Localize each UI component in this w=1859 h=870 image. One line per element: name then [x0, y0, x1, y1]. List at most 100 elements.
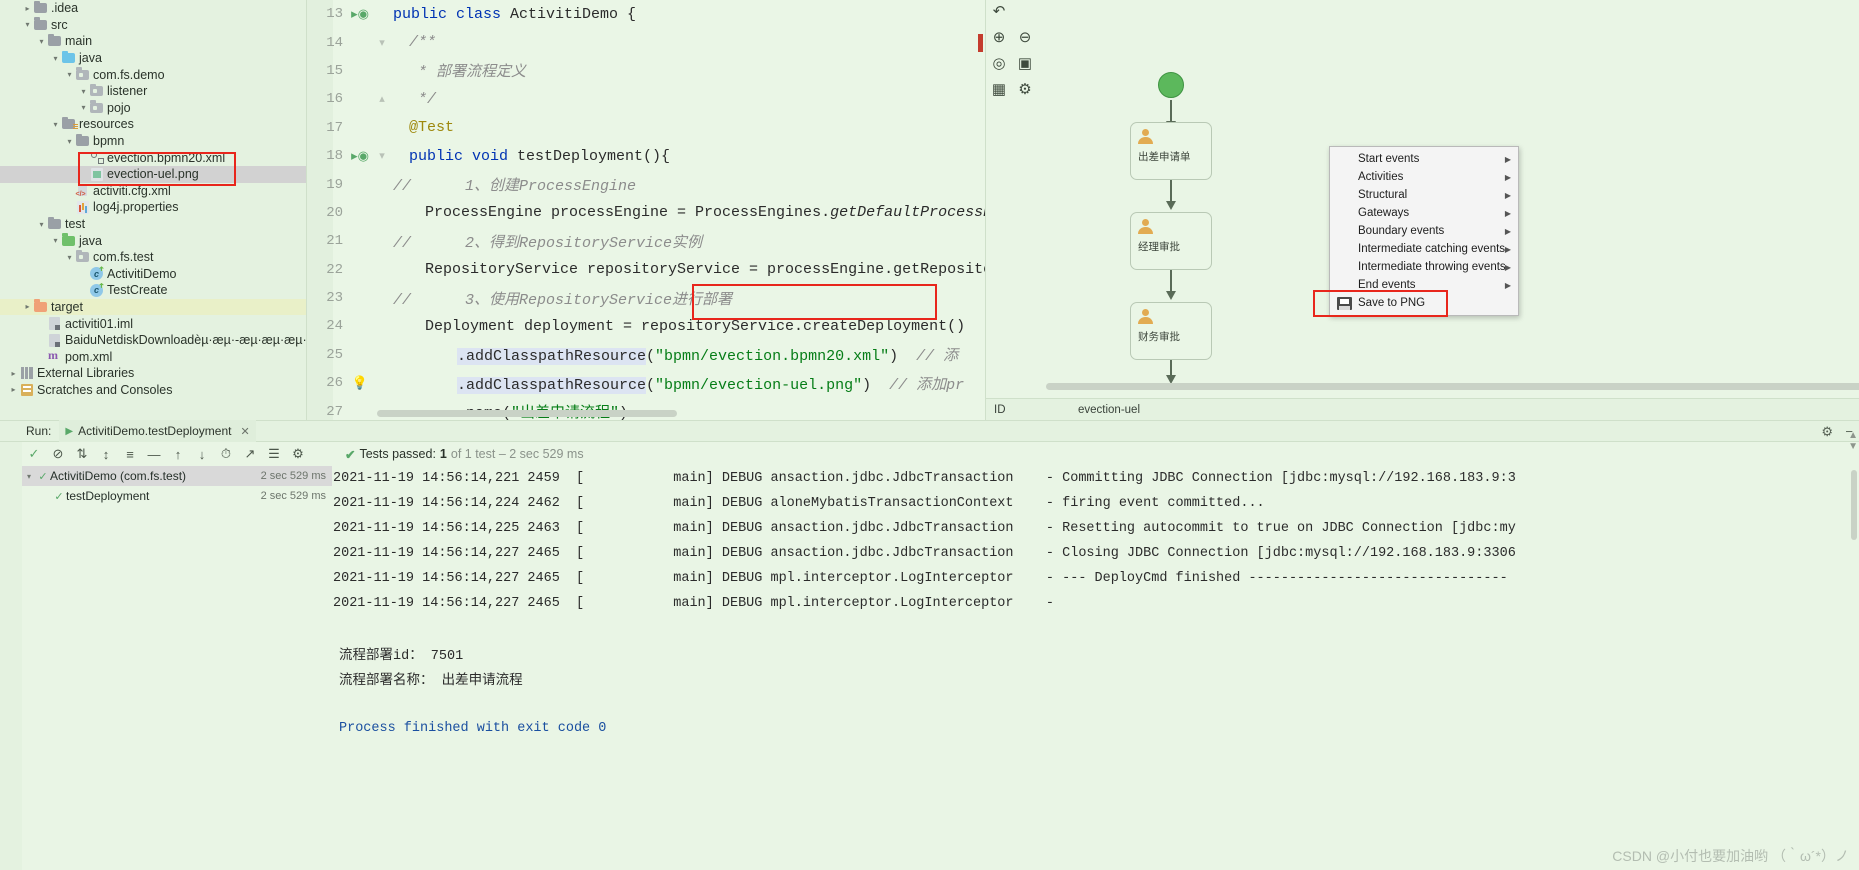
tests-toolbar[interactable]: ✓ ⊘ ⇅ ↕ ≡ — ↑ ↓ ⏱ ↗ ☰ ⚙	[22, 442, 1859, 466]
tree-item-java[interactable]: ▾ java	[0, 232, 307, 249]
bpmn-start-event[interactable]	[1158, 72, 1184, 98]
gear-icon[interactable]: ⚙	[1821, 424, 1833, 440]
show-ignored-icon[interactable]: ⊘	[46, 446, 70, 462]
fold-handle-icon[interactable]: ▴	[371, 92, 393, 106]
run-gutter-icon[interactable]: ▸◉	[349, 149, 371, 164]
chevron-down-icon[interactable]: ▾	[22, 472, 36, 481]
bpmn-horizontal-scrollbar[interactable]	[1046, 383, 1859, 390]
bpmn-toolbar[interactable]: ↶ ⊕ ⊖ ◎ ▣ ▦ ⚙	[986, 0, 1040, 110]
tree-item-testcreate[interactable]: c TestCreate	[0, 282, 307, 299]
run-tool-window[interactable]: Run: ▶ ActivitiDemo.testDeployment ✕ ⚙ −…	[0, 420, 1859, 870]
sort-alpha-icon[interactable]: ⇅	[70, 446, 94, 462]
project-tree[interactable]: ▸ .idea ▾ src ▾ main ▾ java ▾ com.fs.demo ▾ listene…	[0, 0, 307, 420]
tree-item-test[interactable]: ▾ test	[0, 216, 307, 233]
run-tab[interactable]: ▶ ActivitiDemo.testDeployment ✕	[59, 420, 256, 442]
context-menu-item-intermediate-throwing-events[interactable]: Intermediate throwing events ▶	[1330, 258, 1518, 276]
fold-handle-icon[interactable]: ▾	[371, 149, 393, 163]
close-icon[interactable]: ✕	[240, 425, 249, 438]
chevron-right-icon[interactable]: ▸	[8, 369, 19, 378]
chevron-right-icon[interactable]: ▸	[8, 385, 19, 394]
tree-item-evection-uel-png[interactable]: evection-uel.png	[0, 165, 307, 183]
context-menu-item-end-events[interactable]: End events ▶	[1330, 276, 1518, 294]
run-tab-bar[interactable]: Run: ▶ ActivitiDemo.testDeployment ✕ ⚙ −	[0, 420, 1859, 442]
show-passed-icon[interactable]: ✓	[22, 446, 46, 462]
zoom-fit-icon[interactable]: ▣	[1014, 52, 1036, 74]
sort-duration-icon[interactable]: ↕	[94, 447, 118, 462]
code-line-19[interactable]: 19 // 1、创建ProcessEngine	[307, 170, 985, 198]
zoom-actual-icon[interactable]: ◎	[988, 52, 1010, 74]
settings-icon[interactable]: ⚙	[286, 446, 310, 462]
chevron-down-icon[interactable]: ▾	[64, 137, 75, 146]
fold-handle-icon[interactable]: ▾	[371, 36, 393, 50]
tree-item-listener[interactable]: ▾ listener	[0, 83, 307, 100]
tree-item-activiti01-iml[interactable]: activiti01.iml	[0, 315, 307, 332]
code-line-22[interactable]: 22 RepositoryService repositoryService = …	[307, 256, 985, 284]
collapse-all-icon[interactable]: —	[142, 447, 166, 462]
context-menu-item-save-to-png[interactable]: Save to PNG	[1330, 294, 1518, 312]
zoom-out-icon[interactable]: ⊖	[1014, 26, 1036, 48]
bpmn-context-menu[interactable]: Start events ▶ Activities ▶ Structural ▶ Gatew…	[1329, 146, 1519, 316]
chevron-down-icon[interactable]: ▾	[50, 120, 61, 129]
tree-item-com-fs-test[interactable]: ▾ com.fs.test	[0, 249, 307, 266]
expand-all-icon[interactable]: ≡	[118, 447, 142, 462]
editor-horizontal-scrollbar[interactable]	[377, 410, 677, 417]
zoom-in-icon[interactable]: ⊕	[988, 26, 1010, 48]
code-line-20[interactable]: 20 ProcessEngine processEngine = ProcessE…	[307, 199, 985, 227]
filter-icon[interactable]: ☰	[262, 446, 286, 462]
editor-error-stripe[interactable]	[978, 34, 983, 52]
code-line-18[interactable]: 18 ▸◉ ▾ public void testDeployment(){	[307, 142, 985, 170]
run-gutter-icon[interactable]: ▸◉	[349, 7, 371, 22]
tree-item-com-fs-demo[interactable]: ▾ com.fs.demo	[0, 66, 307, 83]
tree-item-main[interactable]: ▾ main	[0, 33, 307, 50]
tree-item-idea[interactable]: ▸ .idea	[0, 0, 307, 17]
context-menu-item-boundary-events[interactable]: Boundary events ▶	[1330, 222, 1518, 240]
context-menu-item-intermediate-catching-events[interactable]: Intermediate catching events ▶	[1330, 240, 1518, 258]
test-results-tree[interactable]: ▾ ✓ ActivitiDemo (com.fs.test) 2 sec 529 ms…	[22, 466, 332, 870]
chevron-down-icon[interactable]: ▾	[64, 70, 75, 79]
code-line-21[interactable]: 21 // 2、得到RepositoryService实例	[307, 227, 985, 255]
tree-item-scratches-and-consoles[interactable]: ▸ Scratches and Consoles	[0, 382, 307, 399]
code-line-14[interactable]: 14 ▾ /**	[307, 28, 985, 56]
layout-icon[interactable]: ⚙	[1014, 78, 1036, 100]
tree-item-evection-bpmn20-xml[interactable]: evection.bpmn20.xml	[0, 149, 307, 166]
chevron-down-icon[interactable]: ▾	[22, 20, 33, 29]
code-line-13[interactable]: 13 ▸◉ public class ActivitiDemo {	[307, 0, 985, 28]
code-line-17[interactable]: 17 @Test	[307, 114, 985, 142]
tree-item-activiti-cfg-xml[interactable]: </> activiti.cfg.xml	[0, 183, 307, 200]
code-line-23[interactable]: 23 // 3、使用RepositoryService进行部署	[307, 284, 985, 312]
tree-item-target[interactable]: ▸ target	[0, 298, 307, 316]
context-menu-item-structural[interactable]: Structural ▶	[1330, 186, 1518, 204]
chevron-down-icon[interactable]: ▾	[36, 37, 47, 46]
intention-bulb-icon[interactable]: 💡	[349, 376, 371, 391]
chevron-down-icon[interactable]: ▾	[50, 236, 61, 245]
console-output[interactable]: 2021-11-19 14:56:14,221 2459 [ main] DEB…	[333, 466, 1845, 870]
chevron-down-icon[interactable]: ▾	[64, 253, 75, 262]
tree-item-external-libraries[interactable]: ▸ External Libraries	[0, 365, 307, 382]
next-failed-icon[interactable]: ↓	[190, 447, 214, 462]
tree-item-log4j-properties[interactable]: log4j.properties	[0, 199, 307, 216]
console-scrollbar[interactable]	[1851, 470, 1857, 540]
chevron-down-icon[interactable]: ▾	[78, 103, 89, 112]
history-icon[interactable]: ⏱	[214, 446, 238, 462]
chevron-right-icon[interactable]: ▸	[22, 302, 33, 311]
code-line-16[interactable]: 16 ▴ */	[307, 85, 985, 113]
code-line-26[interactable]: 26 💡 .addClasspathResource("bpmn/evection-…	[307, 369, 985, 397]
tree-item-src[interactable]: ▾ src	[0, 17, 307, 34]
context-menu-item-activities[interactable]: Activities ▶	[1330, 168, 1518, 186]
tree-item-java[interactable]: ▾ java	[0, 50, 307, 67]
tree-item-baidunetdiskdownload[interactable]: BaiduNetdiskDownloadèµ·æµ·-æµ·æµ·æµ·å·¥ä…	[0, 332, 307, 349]
redo-icon[interactable]	[1014, 0, 1036, 22]
code-line-15[interactable]: 15 * 部署流程定义	[307, 57, 985, 85]
bpmn-node-user-task-1[interactable]: 出差申请单	[1130, 122, 1212, 180]
tree-item-pom-xml[interactable]: pom.xml	[0, 348, 307, 365]
run-side-toolbar[interactable]	[0, 442, 22, 870]
tree-item-resources[interactable]: ▾ resources	[0, 116, 307, 133]
export-results-icon[interactable]: ↗	[238, 446, 262, 462]
bpmn-node-user-task-3[interactable]: 财务审批	[1130, 302, 1212, 360]
prev-failed-icon[interactable]: ↑	[166, 447, 190, 462]
chevron-right-icon[interactable]: ▸	[22, 4, 33, 13]
code-line-24[interactable]: 24 Deployment deployment = repositoryServ…	[307, 312, 985, 340]
tree-item-activitidemo[interactable]: c ActivitiDemo	[0, 266, 307, 283]
chevron-down-icon[interactable]: ▾	[50, 54, 61, 63]
chevron-down-icon[interactable]: ▾	[36, 220, 47, 229]
